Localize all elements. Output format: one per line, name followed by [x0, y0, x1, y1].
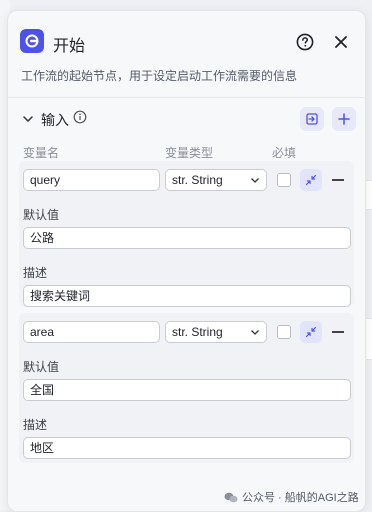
plus-icon — [338, 113, 350, 125]
default-value-label: 默认值 — [23, 360, 60, 374]
panel-description: 工作流的起始节点，用于设定启动工作流需要的信息 — [21, 69, 298, 83]
collapse-button[interactable] — [300, 321, 322, 343]
help-icon[interactable] — [296, 33, 314, 51]
import-button[interactable] — [300, 107, 324, 131]
default-value-label: 默认值 — [23, 208, 60, 222]
chevron-down-icon — [251, 330, 259, 335]
required-checkbox[interactable] — [277, 325, 291, 339]
panel-title: 开始 — [53, 38, 86, 55]
description-input[interactable]: 地区 — [23, 437, 351, 459]
chevron-down-icon — [251, 178, 259, 183]
start-node-panel: 开始 工作流的起始节点，用于设定启动工作流需要的信息 输入 变量名 变量类型 必… — [7, 10, 366, 512]
default-value-input[interactable]: 公路 — [23, 227, 351, 249]
add-variable-button[interactable] — [332, 107, 356, 131]
collapse-icon — [305, 326, 317, 338]
variable-row: query str. String 默认值 公路 描述 搜索关键词 — [19, 161, 354, 307]
watermark: 公众号 · 船帆的AGI之路 — [224, 489, 359, 505]
start-node-icon — [20, 29, 44, 53]
import-icon — [306, 113, 318, 125]
remove-variable-button[interactable] — [332, 331, 344, 333]
variable-type-select[interactable]: str. String — [165, 321, 267, 343]
default-value-input[interactable]: 全国 — [23, 379, 351, 401]
inputs-section-label: 输入 — [41, 112, 69, 128]
variable-type-value: str. String — [172, 173, 223, 187]
close-icon[interactable] — [332, 33, 350, 51]
variable-row: area str. String 默认值 全国 描述 地区 — [19, 313, 354, 463]
variable-name-input[interactable]: area — [23, 321, 160, 343]
chevron-down-icon[interactable] — [21, 112, 35, 126]
required-checkbox[interactable] — [277, 173, 291, 187]
description-label: 描述 — [23, 418, 48, 432]
column-header-name: 变量名 — [23, 146, 60, 160]
remove-variable-button[interactable] — [332, 179, 344, 181]
wechat-icon — [224, 492, 238, 502]
column-header-required: 必填 — [272, 146, 297, 160]
variable-type-value: str. String — [172, 325, 223, 339]
panel-header: 开始 工作流的起始节点，用于设定启动工作流需要的信息 — [8, 11, 365, 83]
info-icon[interactable] — [73, 110, 87, 124]
collapse-icon — [305, 174, 317, 186]
description-input[interactable]: 搜索关键词 — [23, 285, 351, 307]
description-label: 描述 — [23, 266, 48, 280]
divider — [8, 97, 365, 98]
column-header-type: 变量类型 — [165, 146, 214, 160]
watermark-text: 公众号 · 船帆的AGI之路 — [242, 492, 359, 504]
collapse-button[interactable] — [300, 169, 322, 191]
inputs-section-header: 输入 — [8, 107, 365, 131]
variable-name-input[interactable]: query — [23, 169, 160, 191]
variable-type-select[interactable]: str. String — [165, 169, 267, 191]
